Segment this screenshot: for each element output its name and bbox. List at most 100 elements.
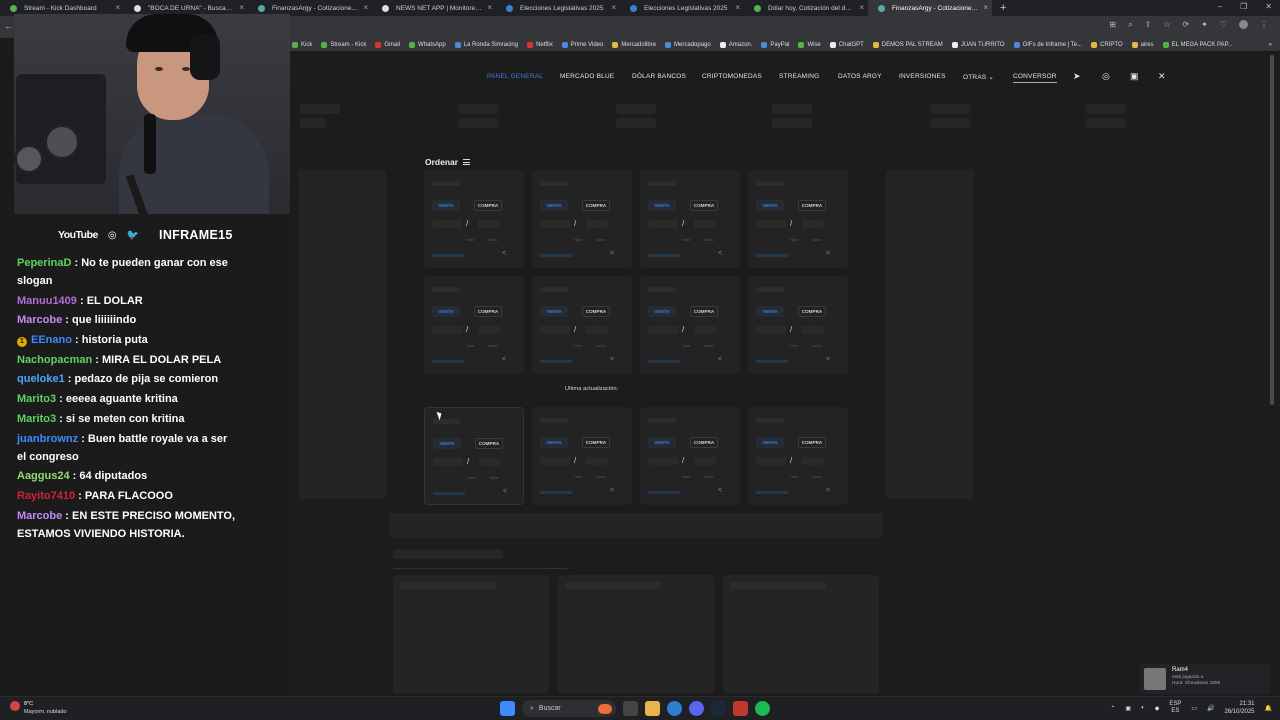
bookmark-item[interactable]: Mercadopago [665, 41, 711, 48]
close-window-icon[interactable]: ✕ [1265, 2, 1272, 11]
x-icon[interactable]: ✕ [1158, 71, 1166, 82]
bookmark-item[interactable]: PayPal [761, 41, 789, 48]
close-tab-icon[interactable]: × [983, 3, 988, 12]
language-indicator[interactable]: ESP ES [1169, 701, 1181, 715]
tray-app-icon[interactable]: ◆ [1155, 705, 1160, 712]
bookmark-item[interactable]: Netflix [527, 41, 553, 48]
sort-button[interactable]: Ordenar [425, 157, 471, 167]
browser-tab[interactable]: NEWS NET APP | Monitoreo de n... × [372, 0, 496, 16]
venta-tab[interactable]: VENTA [648, 200, 676, 211]
more-info-link[interactable] [648, 491, 680, 494]
nav-otras[interactable]: OTRAS ⌄ [963, 73, 994, 81]
bookmark-item[interactable]: Stream - Kick [321, 41, 366, 48]
bookmark-item[interactable]: Wise [798, 41, 821, 48]
close-tab-icon[interactable]: × [487, 3, 492, 12]
favorites-icon[interactable]: ♡ [1220, 20, 1227, 30]
more-info-link[interactable] [540, 360, 572, 363]
share-icon[interactable]: < [826, 356, 830, 363]
share-icon[interactable]: < [718, 487, 722, 494]
compra-tab[interactable]: COMPRA [474, 200, 502, 211]
share-icon[interactable]: < [718, 356, 722, 363]
page-scrollbar[interactable] [1270, 55, 1274, 405]
venta-tab[interactable]: VENTA [648, 306, 676, 317]
quote-card[interactable]: VENTA COMPRA / Hace Variac < [748, 170, 848, 268]
edge-icon[interactable] [667, 701, 682, 716]
share-icon[interactable]: < [826, 250, 830, 257]
bookmark-item[interactable]: Kick [292, 41, 312, 48]
compra-tab[interactable]: COMPRA [690, 306, 718, 317]
compra-tab[interactable]: COMPRA [582, 200, 610, 211]
quote-card[interactable]: VENTA COMPRA / Hace Variac < [640, 170, 740, 268]
bookmark-item[interactable]: Amazon. [719, 41, 752, 48]
venta-tab[interactable]: VENTA [540, 437, 568, 448]
venta-tab[interactable]: VENTA [433, 438, 461, 449]
bookmark-item[interactable]: aires [1131, 41, 1154, 48]
compra-tab[interactable]: COMPRA [474, 306, 502, 317]
close-tab-icon[interactable]: × [239, 3, 244, 12]
weather-widget[interactable]: 8°C Mayorm. nublado [24, 700, 67, 716]
compra-tab[interactable]: COMPRA [798, 306, 826, 317]
quote-card[interactable]: VENTA COMPRA / Hace Variac < [532, 407, 632, 505]
minimize-icon[interactable]: – [1218, 2, 1222, 11]
bookmark-item[interactable]: Prime Video [561, 41, 603, 48]
compra-tab[interactable]: COMPRA [798, 437, 826, 448]
tray-app-icon[interactable]: ▣ [1125, 705, 1131, 712]
volume-icon[interactable]: 🔊 [1207, 705, 1214, 712]
more-info-link[interactable] [756, 254, 788, 257]
nav-inversiones[interactable]: INVERSIONES [899, 73, 946, 80]
network-icon[interactable]: ▭ [1191, 705, 1197, 712]
menu-icon[interactable]: ⋮ [1260, 20, 1268, 30]
nav-dolar-bancos[interactable]: DÓLAR BANCOS [632, 73, 686, 80]
extensions-icon[interactable]: ⟳ [1182, 20, 1189, 30]
nav-criptomonedas[interactable]: CRIPTOMONEDAS [702, 73, 762, 80]
venta-tab[interactable]: VENTA [540, 306, 568, 317]
quote-card[interactable]: VENTA COMPRA / Hace Variac < [640, 407, 740, 505]
bookmark-star-icon[interactable]: ☆ [1163, 20, 1170, 30]
discord-icon[interactable] [689, 701, 704, 716]
back-icon[interactable]: ← [4, 21, 13, 31]
medium-icon[interactable]: ▣ [1130, 71, 1139, 82]
quote-card[interactable]: VENTA COMPRA / Hace Variac < [532, 276, 632, 374]
bookmark-item[interactable]: La Ronda Simracing [454, 41, 518, 48]
clock[interactable]: 21:31 26/10/2025 [1224, 700, 1254, 716]
quote-card[interactable]: VENTA COMPRA / Hace Variac < [748, 407, 848, 505]
quote-card[interactable]: VENTA COMPRA / Hace Variac < [424, 276, 524, 374]
task-view-icon[interactable] [623, 701, 638, 716]
nav-mercado-blue[interactable]: MERCADO BLUE [560, 73, 614, 80]
more-info-link[interactable] [540, 491, 572, 494]
compra-tab[interactable]: COMPRA [690, 200, 718, 211]
telegram-icon[interactable]: ➤ [1073, 71, 1081, 82]
start-icon[interactable] [500, 701, 515, 716]
bookmark-item[interactable]: EL MEGA PACK PAP... [1162, 41, 1233, 48]
share-icon[interactable]: < [610, 487, 614, 494]
taskbar-search[interactable]: ⌕ Buscar [522, 700, 616, 717]
more-info-link[interactable] [756, 491, 788, 494]
new-tab-button[interactable]: + [992, 2, 1014, 14]
more-info-link[interactable] [432, 360, 464, 363]
close-tab-icon[interactable]: × [115, 3, 120, 12]
notifications-icon[interactable]: 🔔 [1265, 705, 1272, 712]
bookmarks-overflow-icon[interactable]: » [1269, 42, 1272, 48]
compra-tab[interactable]: COMPRA [690, 437, 718, 448]
bookmark-item[interactable]: DEMOS PAL STREAM [872, 41, 943, 48]
profile-avatar[interactable] [1239, 20, 1248, 29]
bookmark-item[interactable]: GIFs de Inframe | Te... [1013, 41, 1082, 48]
more-info-link[interactable] [433, 492, 465, 495]
install-app-icon[interactable]: ⊞ [1109, 20, 1116, 30]
compra-tab[interactable]: COMPRA [475, 438, 503, 449]
quote-card[interactable]: VENTA COMPRA / Hace Variac < [424, 407, 524, 505]
share-icon[interactable]: < [502, 356, 506, 363]
file-explorer-icon[interactable] [645, 701, 660, 716]
puzzle-icon[interactable]: ✦ [1201, 20, 1208, 30]
compra-tab[interactable]: COMPRA [582, 437, 610, 448]
browser-tab[interactable]: Elecciones Legislativas 2025 × [620, 0, 744, 16]
more-info-link[interactable] [432, 254, 464, 257]
bookmark-item[interactable]: ChatGPT [829, 41, 864, 48]
tray-app-icon[interactable]: ◐ [1141, 705, 1145, 711]
spotify-icon[interactable] [755, 701, 770, 716]
nav-panel-general[interactable]: PANEL GENERAL [487, 73, 543, 80]
instagram-icon[interactable]: ◎ [1102, 71, 1110, 82]
venta-tab[interactable]: VENTA [756, 306, 784, 317]
close-tab-icon[interactable]: × [611, 3, 616, 12]
nav-datos-argy[interactable]: DATOS ARGY [838, 73, 882, 80]
